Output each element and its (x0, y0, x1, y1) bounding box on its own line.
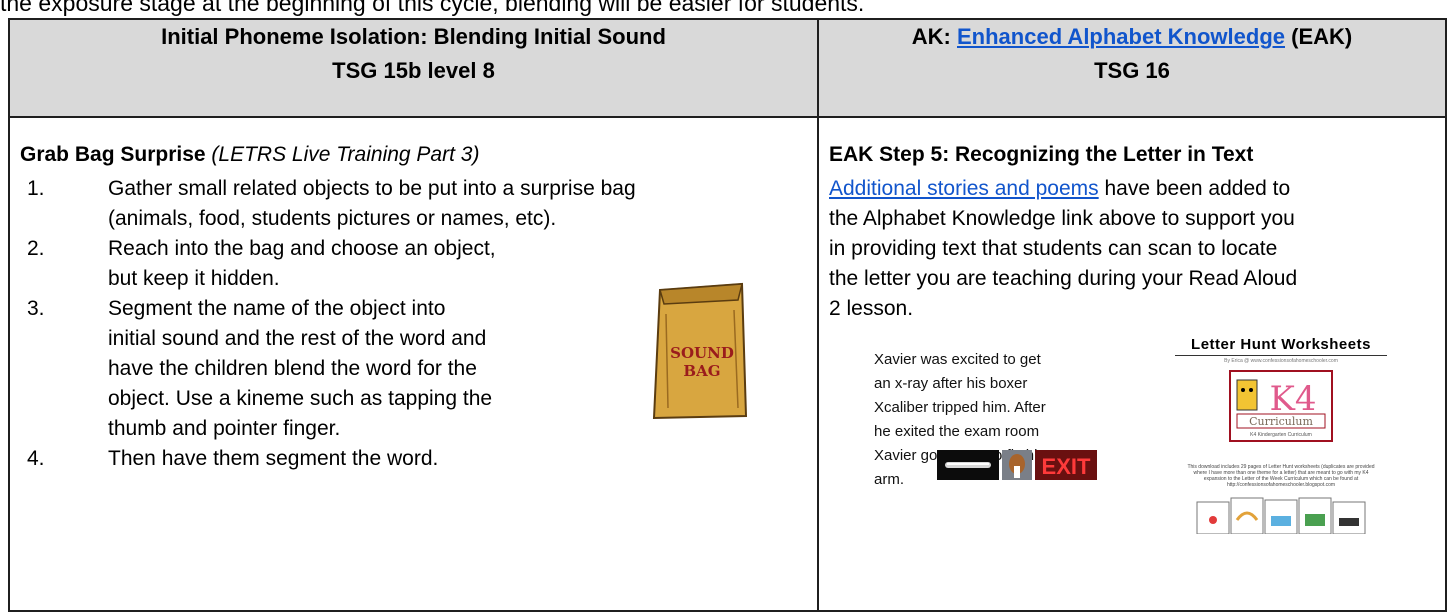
header-alphabet-knowledge: AK: Enhanced Alphabet Knowledge (EAK) TS… (817, 18, 1447, 118)
header-right-suffix: (EAK) (1285, 24, 1353, 49)
grab-bag-note: (LETRS Live Training Part 3) (211, 143, 480, 166)
exit-sign-image: EXIT (1035, 450, 1097, 480)
eak-cell: EAK Step 5: Recognizing the Letter in Te… (817, 116, 1447, 612)
k4-curriculum-logo: K4 Curriculum K4 Kindergarten Curriculum (1229, 370, 1333, 442)
boxer-dog-image (1002, 450, 1032, 480)
svg-text:K4 Kindergarten Curriculum: K4 Kindergarten Curriculum (1250, 432, 1312, 438)
svg-text:EXIT: EXIT (1042, 454, 1091, 479)
header-right-line2: TSG 16 (1094, 58, 1170, 83)
sound-bag-image: SOUND BAG (652, 282, 748, 420)
svg-text:K4: K4 (1269, 379, 1316, 419)
grab-bag-cell: Grab Bag Surprise (LETRS Live Training P… (8, 116, 819, 612)
letter-hunt-worksheet: Letter Hunt Worksheets By Erica @ www.co… (1175, 336, 1387, 535)
eak-step-title: EAK Step 5: Recognizing the Letter in Te… (829, 143, 1254, 166)
lesson-table: Initial Phoneme Isolation: Blending Init… (8, 18, 1447, 612)
header-right-prefix: AK: (911, 24, 957, 49)
stories-poems-link[interactable]: Additional stories and poems (829, 177, 1099, 200)
grab-bag-title: Grab Bag Surprise (LETRS Live Training P… (20, 143, 480, 166)
header-left-line2: TSG 15b level 8 (332, 58, 495, 83)
worksheet-title: Letter Hunt Worksheets (1175, 336, 1387, 356)
header-phoneme-isolation: Initial Phoneme Isolation: Blending Init… (8, 18, 819, 118)
worksheet-byline: By Erica @ www.confessionsofahomeschoole… (1224, 358, 1338, 364)
eak-link[interactable]: Enhanced Alphabet Knowledge (957, 24, 1285, 49)
svg-text:Curriculum: Curriculum (1249, 415, 1313, 428)
svg-text:SOUND: SOUND (670, 344, 734, 362)
worksheet-description: This download includes 29 pages of Lette… (1187, 464, 1375, 488)
worksheet-page-thumbnails (1175, 496, 1387, 535)
header-left-line1: Initial Phoneme Isolation: Blending Init… (161, 24, 666, 49)
list-item: 1. Gather small related objects to be pu… (27, 177, 636, 230)
xavier-images: EXIT (937, 450, 1097, 480)
page-top-text: the exposure stage at the beginning of t… (0, 0, 865, 16)
eak-description: Additional stories and poems have been a… (829, 177, 1298, 320)
svg-text:BAG: BAG (683, 362, 720, 380)
xray-image (937, 450, 999, 480)
list-item: 4. Then have them segment the word. (27, 447, 439, 470)
